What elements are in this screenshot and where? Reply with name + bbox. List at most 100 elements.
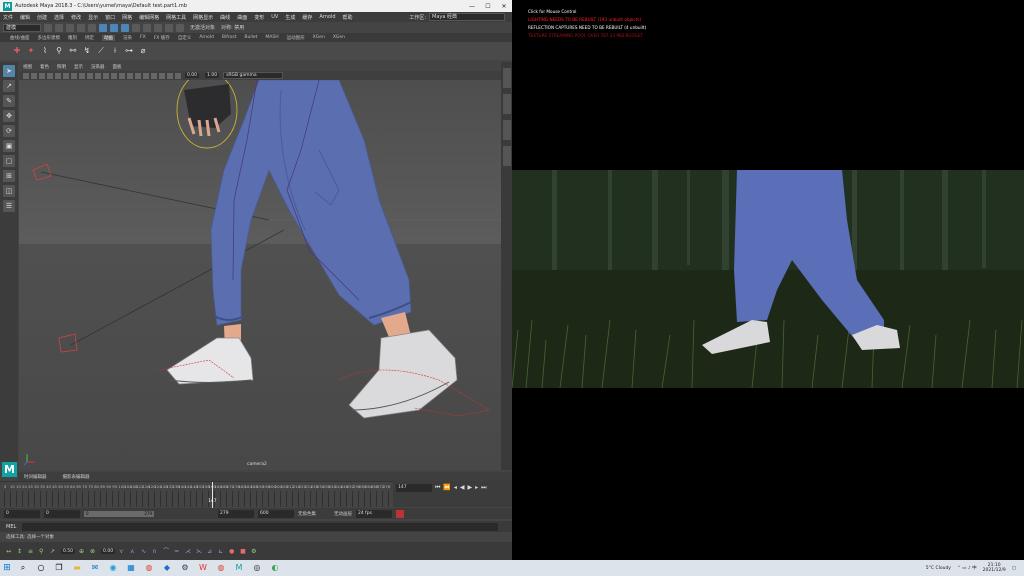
camera-attr-icon[interactable]: [31, 72, 37, 79]
search-icon[interactable]: ⌕: [16, 562, 30, 574]
layout-two-icon[interactable]: ◫: [3, 185, 15, 197]
viewport-menu-item[interactable]: 渲染器: [91, 64, 105, 70]
parent-constraint-icon[interactable]: ⟋: [96, 46, 106, 56]
tool-icon[interactable]: ↕: [17, 548, 24, 555]
go-to-start-icon[interactable]: ⏮: [435, 484, 440, 492]
tool-icon[interactable]: ⋌: [185, 548, 192, 555]
playback-start-field[interactable]: 0: [44, 509, 80, 518]
shelf-tab[interactable]: 曲线/曲面: [10, 35, 30, 41]
tray-icons[interactable]: ⌃ ▭ ♪ 中: [957, 565, 977, 571]
open-scene-icon[interactable]: [55, 23, 63, 32]
tool-icon[interactable]: ↗: [50, 548, 57, 555]
motion-blur-icon[interactable]: [159, 72, 165, 79]
constraint-icon[interactable]: ↯: [82, 46, 92, 56]
menu-item[interactable]: 缓存: [302, 14, 312, 21]
layout-single-icon[interactable]: ▢: [3, 155, 15, 167]
rotate-tool-icon[interactable]: ⟳: [3, 125, 15, 137]
shelf-tab[interactable]: 雕刻: [68, 35, 77, 41]
shelf-tab[interactable]: MASH: [265, 35, 278, 40]
lasso-tool-icon[interactable]: ↗: [3, 80, 15, 92]
tool-settings-tab[interactable]: [502, 120, 511, 140]
joint-tool-icon[interactable]: ⚲: [54, 46, 64, 56]
file-explorer-icon[interactable]: ▬: [70, 562, 84, 574]
shelf-tab[interactable]: Bifrost: [222, 35, 237, 40]
play-forward-icon[interactable]: ▶: [468, 484, 473, 492]
menu-item[interactable]: 编辑网格: [139, 14, 159, 21]
mail-icon[interactable]: ✉: [88, 562, 102, 574]
step-back-key-icon[interactable]: ⏪: [443, 484, 450, 492]
select-tool-icon[interactable]: ➤: [3, 65, 15, 77]
menu-item[interactable]: 文件: [3, 14, 13, 21]
range-bar[interactable]: 0 279: [84, 510, 154, 517]
tool-icon[interactable]: ●: [229, 548, 236, 555]
step-forward-icon[interactable]: ▸: [475, 484, 478, 492]
app-icon-2[interactable]: ◐: [268, 562, 282, 574]
notification-icon[interactable]: ▢: [1012, 566, 1016, 571]
start-icon[interactable]: ⊞: [0, 563, 14, 573]
shelf-tab[interactable]: Arnold: [199, 35, 214, 40]
layout-four-icon[interactable]: ⊞: [3, 170, 15, 182]
film-gate-icon[interactable]: [63, 72, 69, 79]
clock[interactable]: 21:10 2021/12/9: [983, 563, 1006, 573]
isolate-select-icon[interactable]: [167, 72, 173, 79]
menu-item[interactable]: 变形: [254, 14, 264, 21]
ik-handle-icon[interactable]: ⌇: [40, 46, 50, 56]
lights-icon[interactable]: [135, 72, 141, 79]
command-input[interactable]: [22, 522, 498, 531]
safe-action-icon[interactable]: [95, 72, 101, 79]
maya-viewport[interactable]: camera2: [19, 80, 501, 470]
task-view-icon[interactable]: ❐: [52, 562, 66, 574]
menu-item[interactable]: 修改: [71, 14, 81, 21]
xray-icon[interactable]: [175, 72, 181, 79]
tool-icon[interactable]: ↔: [6, 548, 13, 555]
menu-item[interactable]: 帮助: [343, 14, 353, 21]
menu-item[interactable]: 网格: [122, 14, 132, 21]
menu-item[interactable]: 编辑: [20, 14, 30, 21]
start-time-field[interactable]: 0: [4, 509, 40, 518]
outliner-icon[interactable]: ☰: [3, 200, 15, 212]
menu-item[interactable]: 曲面: [237, 14, 247, 21]
end-time-field[interactable]: 600: [258, 509, 294, 518]
tool-icon[interactable]: ≡: [28, 548, 35, 555]
channel-box-tab[interactable]: [502, 94, 511, 114]
shelf-tab[interactable]: 多边形建模: [38, 35, 61, 41]
shelf-tab[interactable]: 绑定: [85, 35, 94, 41]
chrome-icon-2[interactable]: ◍: [214, 562, 228, 574]
time-slider[interactable]: 5 10 15 20 25 30 35 40 45 50 55 60 65 70 75 80 85 90 95 100…: [0, 481, 393, 508]
timeline-tab[interactable]: 摄影表编辑器: [63, 474, 90, 480]
wireframe-icon[interactable]: [103, 72, 109, 79]
go-to-end-icon[interactable]: ⏭: [481, 484, 486, 492]
shelf-tab[interactable]: XGen: [313, 35, 325, 40]
steam-icon[interactable]: ⚙: [178, 562, 192, 574]
tool-icon[interactable]: ⊕: [79, 548, 86, 555]
paint-select-icon[interactable]: ✎: [3, 95, 15, 107]
tool-icon[interactable]: ⊿: [207, 548, 214, 555]
shelf-tab[interactable]: 渲染: [123, 35, 132, 41]
play-back-icon[interactable]: ◀: [460, 484, 465, 492]
menu-item[interactable]: 显示: [88, 14, 98, 21]
snap-point-icon[interactable]: [154, 23, 162, 32]
scale-tool-icon[interactable]: ▣: [3, 140, 15, 152]
wps-icon[interactable]: W: [196, 562, 210, 574]
click-mouse-control[interactable]: Click for Mouse Control: [528, 8, 646, 16]
menu-item[interactable]: 选择: [54, 14, 64, 21]
maya-taskbar-icon[interactable]: M: [232, 562, 246, 574]
field-chart-icon[interactable]: [87, 72, 93, 79]
wireframe-on-shaded-icon[interactable]: [119, 72, 125, 79]
new-scene-icon[interactable]: [44, 23, 52, 32]
render-icon[interactable]: [165, 23, 173, 32]
tool-icon[interactable]: ⋋: [196, 548, 203, 555]
tool-icon[interactable]: ⌒: [163, 548, 170, 555]
tool-icon[interactable]: ≈: [174, 548, 181, 555]
step-back-icon[interactable]: ◂: [454, 484, 457, 492]
select-component-icon[interactable]: [121, 23, 129, 32]
tool-icon[interactable]: ■: [240, 548, 247, 555]
fps-select[interactable]: 24 fps: [356, 509, 392, 518]
edge-icon[interactable]: ◉: [106, 562, 120, 574]
weather-text[interactable]: 5°C Cloudy: [926, 566, 951, 571]
unreal-viewport[interactable]: Click for Mouse Control LIGHTING NEEDS T…: [512, 0, 1024, 560]
unreal-taskbar-icon[interactable]: ◎: [250, 562, 264, 574]
save-scene-icon[interactable]: [66, 23, 74, 32]
shadows-icon[interactable]: [143, 72, 149, 79]
move-tool-icon[interactable]: ✥: [3, 110, 15, 122]
